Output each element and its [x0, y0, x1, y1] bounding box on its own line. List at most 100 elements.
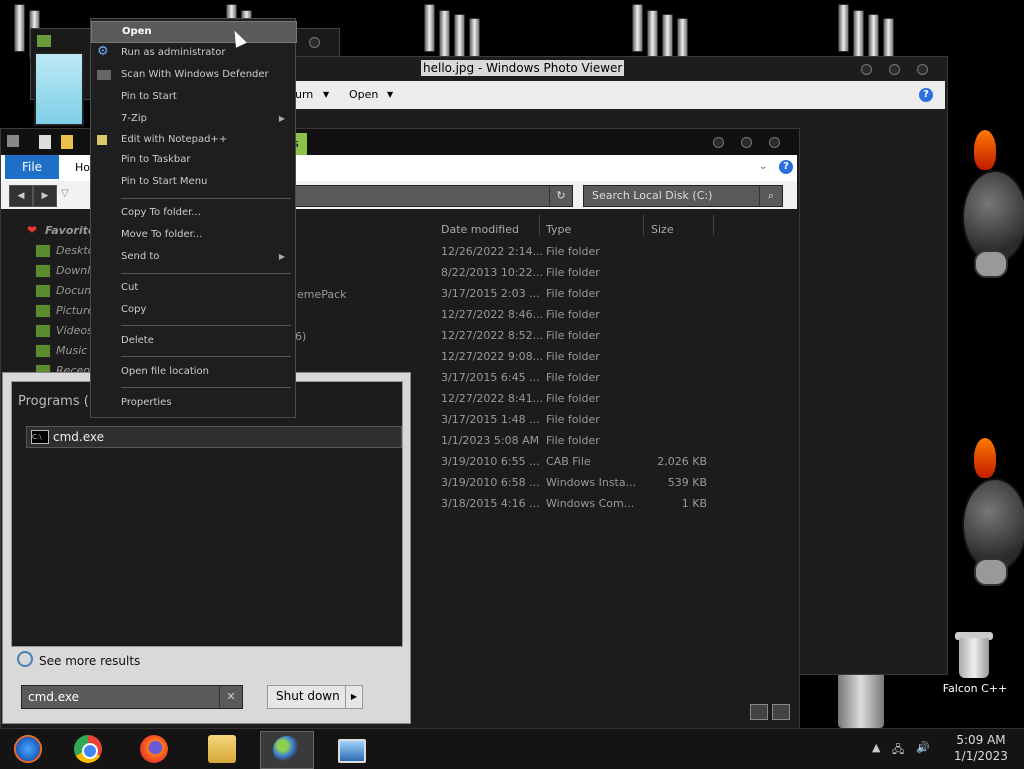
menu-item-open-file-location[interactable]: Open file location	[91, 362, 295, 382]
chevron-right-icon[interactable]: ▶	[345, 686, 362, 708]
back-button[interactable]: ◀	[9, 185, 33, 207]
column-date-modified[interactable]: Date modified	[441, 223, 519, 236]
table-row[interactable]: 3/18/2015 4:16 ... Windows Com... 1 KB	[441, 497, 731, 518]
desktop-folder-icon	[35, 244, 51, 258]
network-icon[interactable]: 🖧	[892, 741, 904, 760]
window-controls	[713, 137, 780, 148]
table-row[interactable]: 3/17/2015 6:45 ... File folder	[441, 371, 731, 392]
nav-music[interactable]: Music	[56, 344, 87, 357]
menu-item-pin-to-start-menu[interactable]: Pin to Start Menu	[91, 172, 295, 192]
taskbar-users[interactable]	[260, 731, 314, 769]
menu-item-delete[interactable]: Delete	[91, 331, 295, 351]
menu-item-copy-to-folder[interactable]: Copy To folder...	[91, 203, 295, 223]
open-menu[interactable]: Open	[349, 88, 378, 101]
nav-pictures[interactable]: Picture	[56, 304, 94, 317]
table-row[interactable]: 3/17/2015 2:03 ... File folder	[441, 287, 731, 308]
table-row[interactable]: 1/1/2023 5:08 AM File folder	[441, 434, 731, 455]
table-row[interactable]: 12/27/2022 8:52... File folder	[441, 329, 731, 350]
taskbar-clock[interactable]: 5:09 AM 1/1/2023	[946, 732, 1016, 764]
window-title: hello.jpg - Windows Photo Viewer	[421, 60, 625, 76]
taskbar-file-explorer[interactable]	[196, 731, 248, 767]
chevron-down-icon[interactable]: ▼	[323, 90, 329, 99]
table-row[interactable]: 8/22/2013 10:22... File folder	[441, 266, 731, 287]
file-name-fragment[interactable]: 6)	[295, 330, 306, 343]
help-icon[interactable]: ?	[779, 160, 793, 174]
show-hidden-icons-icon[interactable]: ▲	[872, 741, 880, 754]
menu-separator	[121, 273, 291, 274]
recycle-bin-label[interactable]: Falcon C++	[940, 682, 1010, 695]
burn-menu[interactable]: urn	[295, 88, 313, 101]
taskbar-chrome[interactable]	[62, 731, 114, 767]
address-bar[interactable]: ↻	[295, 185, 573, 207]
recent-locations-icon[interactable]: ▽	[61, 188, 69, 199]
details-view-icon[interactable]	[750, 704, 768, 720]
see-more-results-link[interactable]: See more results	[17, 651, 140, 668]
search-results-panel: Programs (1 C:\ cmd.exe	[11, 381, 403, 647]
menu-item-7zip[interactable]: 7-Zip ▶	[91, 109, 295, 129]
table-row[interactable]: 12/27/2022 8:46... File folder	[441, 308, 731, 329]
start-button[interactable]	[2, 731, 54, 767]
column-size[interactable]: Size	[651, 223, 674, 236]
menu-item-pin-to-start[interactable]: Pin to Start	[91, 87, 295, 107]
chevron-right-icon: ▶	[278, 114, 285, 123]
properties-icon[interactable]	[39, 135, 51, 149]
search-box[interactable]: Search Local Disk (C:) ⌕	[583, 185, 783, 207]
menu-item-run-as-admin[interactable]: ⚙ Run as administrator	[91, 43, 295, 63]
tab-file[interactable]: File	[5, 155, 59, 179]
menu-item-edit-notepadpp[interactable]: Edit with Notepad++	[91, 130, 295, 150]
menu-item-properties[interactable]: Properties	[91, 393, 295, 413]
menu-item-copy[interactable]: Copy	[91, 300, 295, 320]
table-row[interactable]: 12/27/2022 8:41... File folder	[441, 392, 731, 413]
minimize-button[interactable]	[861, 64, 872, 75]
file-name-fragment[interactable]: emePack	[297, 288, 347, 301]
start-search-input[interactable]	[26, 688, 218, 706]
maximize-button[interactable]	[889, 64, 900, 75]
new-folder-icon[interactable]	[61, 135, 73, 149]
menu-item-scan-defender[interactable]: Scan With Windows Defender	[91, 65, 295, 85]
menu-item-send-to[interactable]: Send to ▶	[91, 247, 295, 267]
taskbar-firefox[interactable]	[128, 731, 180, 767]
table-row[interactable]: 3/17/2015 1:48 ... File folder	[441, 413, 731, 434]
shutdown-button[interactable]: Shut down ▶	[267, 685, 363, 709]
search-icon[interactable]: ⌕	[759, 186, 782, 206]
refresh-icon[interactable]: ↻	[549, 186, 572, 206]
table-row[interactable]: 12/27/2022 9:08... File folder	[441, 350, 731, 371]
window-controls	[309, 37, 320, 48]
tab-home[interactable]: Ho	[75, 161, 90, 174]
start-search-field[interactable]: ✕	[21, 685, 243, 709]
taskbar-photo-viewer[interactable]	[326, 731, 378, 767]
context-menu: Open ⚙ Run as administrator Scan With Win…	[90, 18, 297, 418]
close-button[interactable]	[917, 64, 928, 75]
column-type[interactable]: Type	[546, 223, 571, 236]
result-cmd[interactable]: C:\ cmd.exe	[26, 426, 402, 448]
app-icon	[37, 35, 51, 47]
help-icon[interactable]: ?	[919, 88, 933, 102]
thumbnail-image	[34, 52, 84, 126]
menu-item-open[interactable]: Open	[91, 21, 297, 43]
nav-videos[interactable]: Videos	[56, 324, 93, 337]
minimize-button[interactable]	[713, 137, 724, 148]
volume-icon[interactable]: 🔊	[916, 741, 930, 754]
table-row[interactable]: 3/19/2010 6:55 ... CAB File 2,026 KB	[441, 455, 731, 476]
menu-item-pin-to-taskbar[interactable]: Pin to Taskbar	[91, 150, 295, 170]
close-icon[interactable]	[309, 37, 320, 48]
chevron-down-icon[interactable]: ⌄	[759, 161, 767, 172]
large-icons-view-icon[interactable]	[772, 704, 790, 720]
chevron-down-icon[interactable]: ▼	[387, 90, 393, 99]
clear-icon[interactable]: ✕	[219, 686, 242, 708]
menu-item-move-to-folder[interactable]: Move To folder...	[91, 225, 295, 245]
close-button[interactable]	[769, 137, 780, 148]
desktop-pipes-decoration	[632, 4, 688, 66]
table-row[interactable]: 3/19/2010 6:58 ... Windows Insta... 539 KB	[441, 476, 731, 497]
documents-folder-icon	[35, 284, 51, 298]
forward-button[interactable]: ▶	[33, 185, 57, 207]
table-row[interactable]: 12/26/2022 2:14... File folder	[441, 245, 731, 266]
menu-item-cut[interactable]: Cut	[91, 278, 295, 298]
menu-separator	[121, 356, 291, 357]
chevron-right-icon: ▶	[278, 252, 285, 261]
recycle-bin-icon[interactable]	[955, 632, 993, 678]
maximize-button[interactable]	[741, 137, 752, 148]
notepad-icon	[97, 135, 107, 145]
start-menu[interactable]: Programs (1 C:\ cmd.exe See more results…	[2, 372, 411, 724]
nav-desktop[interactable]: Deskto	[56, 244, 94, 257]
